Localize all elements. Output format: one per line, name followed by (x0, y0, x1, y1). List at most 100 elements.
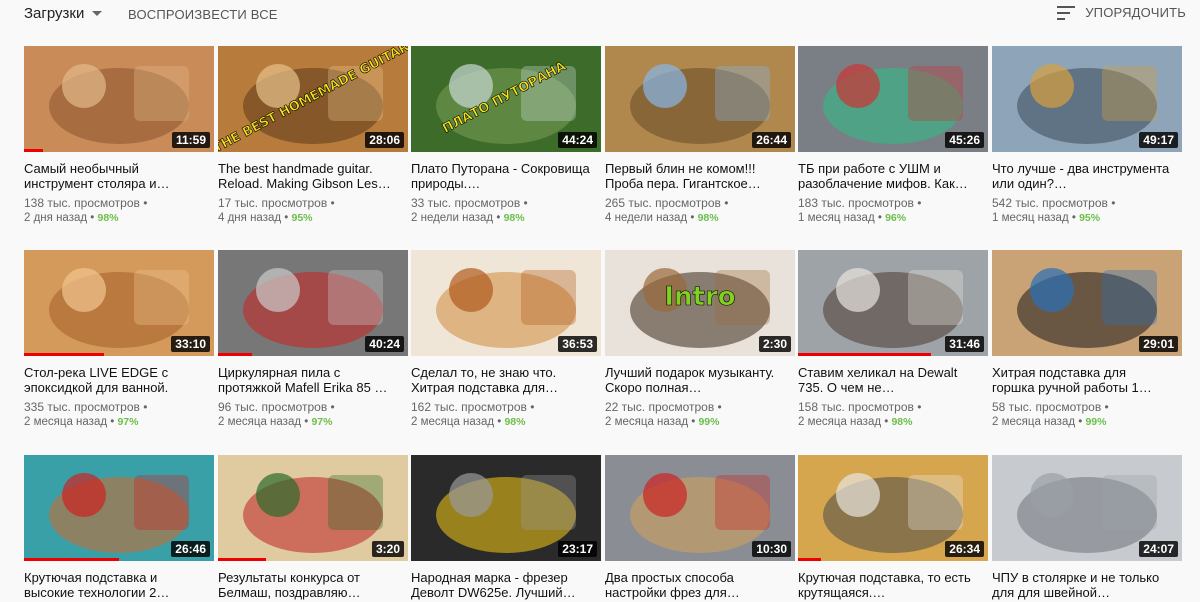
video-title[interactable]: Хитрая подставка для горшка ручной работ… (992, 365, 1172, 395)
video-thumbnail[interactable]: 26:46 (24, 455, 214, 561)
video-meta-views: 138 тыс. просмотров • (24, 196, 148, 210)
video-card[interactable]: 10:30 Два простых способа настройки фрез … (605, 455, 795, 602)
video-thumbnail[interactable]: 31:46 (798, 250, 988, 356)
video-meta-age: 2 месяца назад • 97% (218, 416, 333, 428)
video-meta-views: 183 тыс. просмотров • (798, 196, 922, 210)
video-meta-views: 162 тыс. просмотров • (411, 400, 535, 414)
video-meta-age: 2 месяца назад • 99% (992, 416, 1107, 428)
view-count: 162 тыс. просмотров (411, 400, 527, 414)
view-count: 335 тыс. просмотров (24, 400, 140, 414)
video-meta-age: 2 месяца назад • 99% (605, 416, 720, 428)
video-thumbnail[interactable]: 10:30 (605, 455, 795, 561)
video-thumbnail[interactable]: 24:07 (992, 455, 1182, 561)
video-title[interactable]: Крутючая подставка и высокие технологии … (24, 570, 204, 600)
video-thumbnail[interactable]: 33:10 (24, 250, 214, 356)
video-title[interactable]: Два простых способа настройки фрез для… (605, 570, 785, 600)
video-meta-views: 58 тыс. просмотров • (992, 400, 1109, 414)
upload-age: 2 дня назад (24, 212, 88, 224)
video-card[interactable]: 26:46 Крутючая подставка и высокие технол… (24, 455, 214, 602)
video-duration: 24:07 (1139, 541, 1178, 557)
video-thumbnail[interactable]: 49:17 (992, 46, 1182, 152)
video-duration: 45:26 (945, 132, 984, 148)
like-ratio: 98% (504, 416, 526, 428)
video-meta-age: 1 месяц назад • 96% (798, 212, 907, 224)
video-meta-age: 2 месяца назад • 98% (798, 416, 913, 428)
video-duration: 26:44 (752, 132, 791, 148)
video-title[interactable]: Сделал то, не знаю что. Хитрая подставка… (411, 365, 591, 395)
video-title[interactable]: Лучший подарок музыканту. Скоро полная… (605, 365, 785, 395)
upload-age: 2 месяца назад (605, 416, 689, 428)
video-thumbnail[interactable]: 29:01 (992, 250, 1182, 356)
video-thumbnail[interactable]: 26:34 (798, 455, 988, 561)
video-meta-views: 33 тыс. просмотров • (411, 196, 528, 210)
video-title[interactable]: Стол-река LIVE EDGE с эпоксидкой для ван… (24, 365, 204, 395)
video-card[interactable]: 3:20 Результаты конкурса от Белмаш, поздр… (218, 455, 408, 602)
video-title[interactable]: Циркулярная пила с протяжкой Mafell Erik… (218, 365, 398, 395)
video-duration: 33:10 (171, 336, 210, 352)
view-count: 33 тыс. просмотров (411, 196, 521, 210)
video-title[interactable]: ТБ при работе с УШМ и разоблачение мифов… (798, 161, 978, 191)
video-duration: 11:59 (171, 132, 210, 148)
watch-progress-bar (798, 353, 931, 356)
video-card[interactable]: 23:17 Народная марка - фрезер Деволт DW62… (411, 455, 601, 602)
video-duration: 23:17 (558, 541, 597, 557)
view-count: 158 тыс. просмотров (798, 400, 914, 414)
video-card[interactable]: 26:34 Крутючая подставка, то есть крутяща… (798, 455, 988, 602)
video-thumbnail[interactable]: 40:24 (218, 250, 408, 356)
video-title[interactable]: Результаты конкурса от Белмаш, поздравля… (218, 570, 398, 600)
watch-progress-bar (24, 558, 119, 561)
upload-age: 4 недели назад (605, 212, 688, 224)
video-thumbnail[interactable]: 45:26 (798, 46, 988, 152)
video-duration: 10:30 (752, 541, 791, 557)
video-meta-age: 4 недели назад • 98% (605, 212, 719, 224)
video-card[interactable]: 24:07 ЧПУ в столярке и не только для для … (992, 455, 1182, 602)
video-duration: 49:17 (1139, 132, 1178, 148)
sort-label: УПОРЯДОЧИТЬ (1085, 5, 1186, 20)
view-count: 22 тыс. просмотров (605, 400, 715, 414)
video-thumbnail[interactable]: 26:44 (605, 46, 795, 152)
like-ratio: 98% (697, 212, 719, 224)
view-count: 58 тыс. просмотров (992, 400, 1102, 414)
like-ratio: 99% (1085, 416, 1107, 428)
video-thumbnail[interactable]: 3:20 (218, 455, 408, 561)
view-count: 138 тыс. просмотров (24, 196, 140, 210)
video-title[interactable]: Плато Путорана - Сокровища природы.… (411, 161, 591, 191)
video-meta-views: 265 тыс. просмотров • (605, 196, 729, 210)
like-ratio: 98% (97, 212, 119, 224)
video-meta-views: 542 тыс. просмотров • (992, 196, 1116, 210)
video-meta-age: 2 недели назад • 98% (411, 212, 525, 224)
video-title[interactable]: Крутючая подставка, то есть крутящаяся.… (798, 570, 978, 600)
caret-down-icon (92, 11, 103, 16)
watch-progress-bar (218, 353, 252, 356)
video-thumbnail[interactable]: 36:53 (411, 250, 601, 356)
upload-age: 2 месяца назад (411, 416, 495, 428)
play-all-button[interactable]: ВОСПРОИЗВЕСТИ ВСЕ (128, 7, 278, 22)
video-title[interactable]: Самый необычный инструмент столяра и… (24, 161, 204, 191)
thumbnail-overlay-text: Intro (664, 282, 735, 312)
video-meta-views: 158 тыс. просмотров • (798, 400, 922, 414)
video-title[interactable]: ЧПУ в столярке и не только для для швейн… (992, 570, 1172, 600)
toolbar: Загрузки ВОСПРОИЗВЕСТИ ВСЕ УПОРЯДОЧИТЬ (0, 0, 1200, 30)
video-title[interactable]: Народная марка - фрезер Деволт DW625е. Л… (411, 570, 591, 600)
video-title[interactable]: The best handmade guitar. Reload. Making… (218, 161, 398, 191)
video-thumbnail[interactable]: THE BEST HOMEMADE GUITAR 28:06 (218, 46, 408, 152)
video-title[interactable]: Ставим хеликал на Dewalt 735. О чем не… (798, 365, 978, 395)
video-thumbnail[interactable]: 23:17 (411, 455, 601, 561)
video-title[interactable]: Что лучше - два инструмента или один?… (992, 161, 1172, 191)
like-ratio: 99% (698, 416, 720, 428)
video-meta-views: 17 тыс. просмотров • (218, 196, 335, 210)
video-duration: 26:34 (945, 541, 984, 557)
sort-button[interactable]: УПОРЯДОЧИТЬ (1057, 5, 1186, 20)
video-duration: 31:46 (945, 336, 984, 352)
like-ratio: 97% (117, 416, 139, 428)
video-duration: 44:24 (558, 132, 597, 148)
video-meta-age: 2 дня назад • 98% (24, 212, 119, 224)
upload-age: 2 месяца назад (798, 416, 882, 428)
video-title[interactable]: Первый блин не комом!!! Проба пера. Гига… (605, 161, 785, 191)
video-thumbnail[interactable]: ПЛАТО ПУТОРАНА 44:24 (411, 46, 601, 152)
uploads-dropdown[interactable]: Загрузки (24, 5, 103, 22)
video-thumbnail[interactable]: Intro 2:30 (605, 250, 795, 356)
like-ratio: 96% (885, 212, 907, 224)
view-count: 265 тыс. просмотров (605, 196, 721, 210)
video-thumbnail[interactable]: 11:59 (24, 46, 214, 152)
